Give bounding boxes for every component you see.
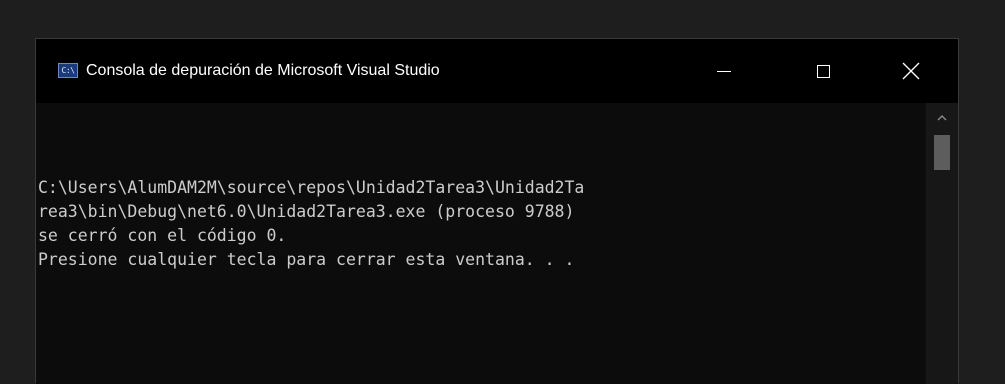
console-window[interactable]: C:\ Consola de depuración de Microsoft V… [35, 38, 959, 384]
console-line: Presione cualquier tecla para cerrar est… [38, 250, 575, 269]
minimize-button[interactable] [695, 39, 753, 103]
console-line: C:\Users\AlumDAM2M\source\repos\Unidad2T… [38, 178, 585, 197]
close-button[interactable] [882, 39, 940, 103]
console-line: se cerró con el código 0. [38, 226, 287, 245]
console-line: rea3\bin\Debug\net6.0\Unidad2Tarea3.exe … [38, 202, 575, 221]
console-output-area[interactable]: C:\Users\AlumDAM2M\source\repos\Unidad2T… [36, 103, 926, 384]
scrollbar-thumb[interactable] [934, 135, 950, 170]
console-app-icon: C:\ [58, 63, 78, 78]
desktop-background: C:\ Consola de depuración de Microsoft V… [0, 0, 1005, 384]
close-icon [902, 62, 920, 80]
maximize-button[interactable] [794, 39, 852, 103]
minimize-icon [717, 70, 731, 72]
vertical-scrollbar[interactable] [926, 103, 958, 384]
window-title: Consola de depuración de Microsoft Visua… [86, 62, 440, 79]
title-bar[interactable]: C:\ Consola de depuración de Microsoft V… [36, 39, 958, 103]
chevron-up-icon [937, 115, 947, 121]
scroll-up-button[interactable] [926, 103, 958, 133]
maximize-icon [816, 64, 830, 78]
